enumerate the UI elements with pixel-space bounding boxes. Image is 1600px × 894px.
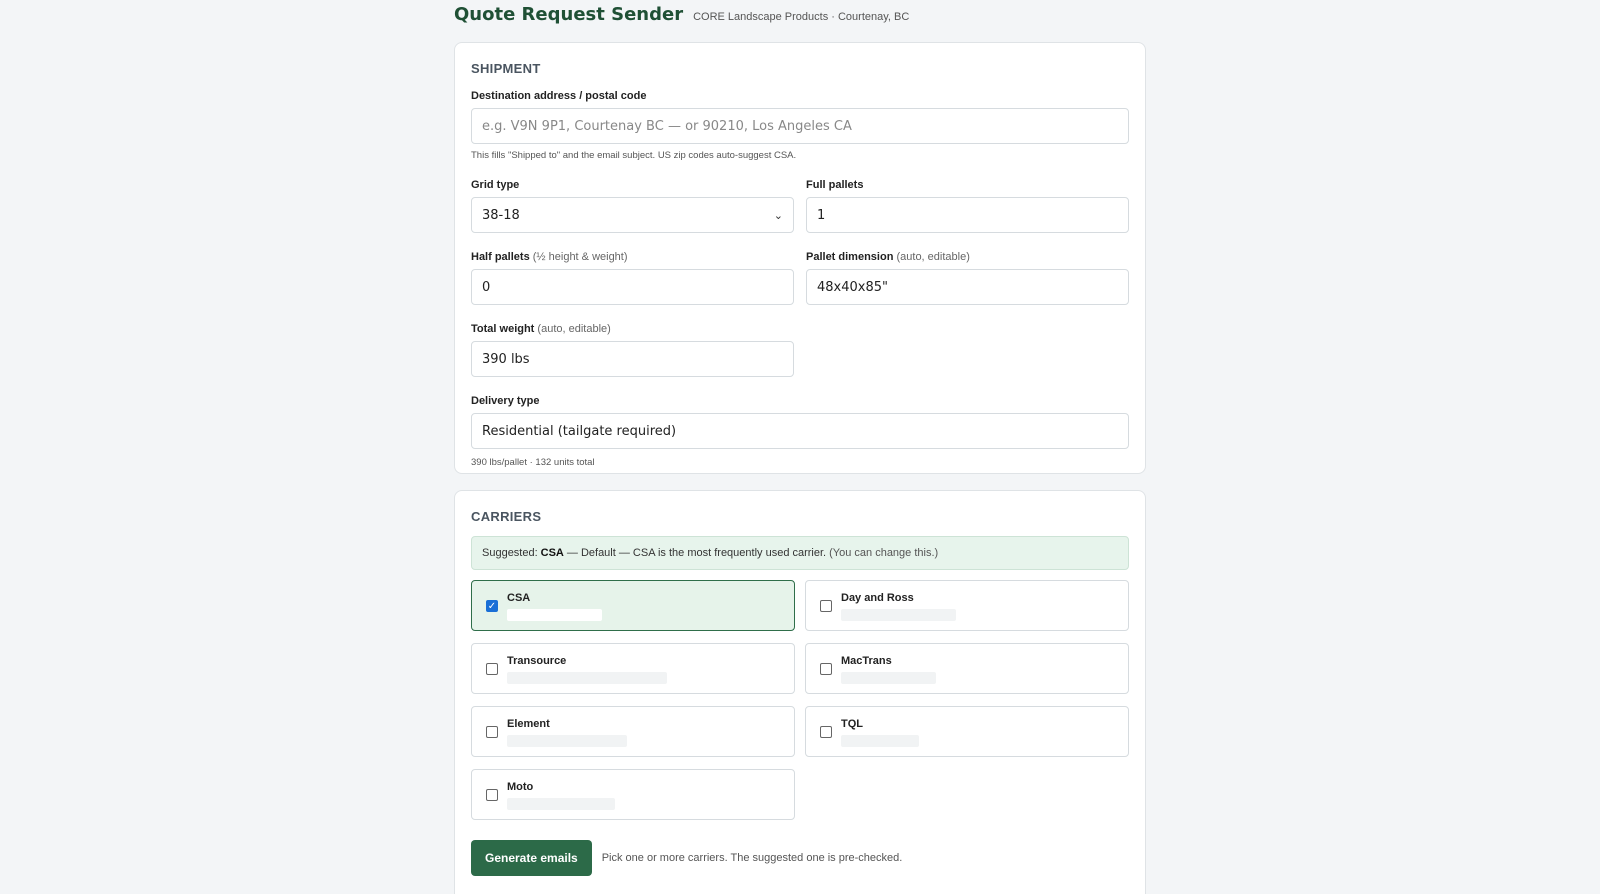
delivery-type-input[interactable]: Residential (tailgate required) [471,413,1129,449]
carrier-option-element[interactable]: Element [471,706,795,757]
carrier-option-day-and-ross[interactable]: Day and Ross [805,580,1129,631]
pallet-dimension-input[interactable]: 48x40x85" [806,269,1129,305]
app-title: Quote Request Sender [454,4,684,25]
grid-type-value: 38-18 [482,207,520,223]
full-pallets-field: Full pallets 1 [806,179,1129,233]
half-pallets-label: Half pallets (½ height & weight) [471,251,794,263]
suggestion-note: (You can change this.) [829,547,939,559]
pallet-dimension-label-text: Pallet dimension [806,251,894,263]
delivery-type-field: Delivery type Residential (tailgate requ… [471,395,1129,468]
carrier-name: MacTrans [841,655,892,667]
carrier-email-redacted [841,735,919,747]
carrier-name: Moto [507,781,534,793]
grid-type-label: Grid type [471,179,520,191]
carrier-name: Day and Ross [841,592,914,604]
carrier-email-redacted [507,798,615,810]
pallet-dimension-field: Pallet dimension (auto, editable) 48x40x… [806,251,1129,305]
generate-hint: Pick one or more carriers. The suggested… [601,852,903,864]
carrier-option-moto[interactable]: Moto [471,769,795,820]
checkbox-icon[interactable] [486,663,498,675]
carriers-section-title: CARRIERS [471,509,542,524]
carrier-name: Element [507,718,550,730]
full-pallets-label: Full pallets [806,179,864,191]
half-dimension-row: Half pallets (½ height & weight) 0 Palle… [471,251,1129,305]
app-header: Quote Request Sender CORE Landscape Prod… [454,0,1146,42]
grid-type-field: Grid type 38-18 ⌄ [471,179,794,233]
shipment-section-title: SHIPMENT [471,61,541,76]
carrier-name: Transource [507,655,567,667]
checkbox-icon[interactable] [820,600,832,612]
delivery-type-label: Delivery type [471,395,540,407]
suggestion-carrier: CSA [540,547,564,559]
checkbox-checked-icon[interactable]: ✓ [486,600,498,612]
pallet-dimension-label: Pallet dimension (auto, editable) [806,251,1129,263]
checkbox-icon[interactable] [486,789,498,801]
destination-label: Destination address / postal code [471,90,647,102]
destination-field: Destination address / postal code e.g. V… [471,90,1129,161]
suggestion-prefix: Suggested: [482,547,538,559]
shipment-summary: 390 lbs/pallet · 132 units total [471,457,595,468]
half-pallets-input[interactable]: 0 [471,269,794,305]
full-pallets-input[interactable]: 1 [806,197,1129,233]
carrier-option-csa[interactable]: ✓ CSA [471,580,795,631]
carrier-name: TQL [841,718,863,730]
actions-row: Generate emails Pick one or more carrier… [471,840,1129,876]
half-pallets-label-note: (½ height & weight) [532,251,628,263]
carrier-email-redacted [507,672,667,684]
total-weight-label: Total weight (auto, editable) [471,323,794,335]
destination-input[interactable]: e.g. V9N 9P1, Courtenay BC — or 90210, L… [471,108,1129,144]
checkbox-icon[interactable] [820,663,832,675]
destination-hint: This fills "Shipped to" and the email su… [471,150,797,161]
app-container: Quote Request Sender CORE Landscape Prod… [454,0,1146,894]
carriers-card: CARRIERS Suggested: CSA — Default — CSA … [454,490,1146,894]
carrier-option-transource[interactable]: Transource [471,643,795,694]
carrier-option-tql[interactable]: TQL [805,706,1129,757]
half-pallets-field: Half pallets (½ height & weight) 0 [471,251,794,305]
suggestion-text: — Default — CSA is the most frequently u… [566,547,827,559]
half-pallets-label-text: Half pallets [471,251,530,263]
total-weight-field: Total weight (auto, editable) 390 lbs [471,323,794,377]
total-weight-label-text: Total weight [471,323,535,335]
total-weight-row: Total weight (auto, editable) 390 lbs [471,323,1129,377]
suggestion-banner: Suggested: CSA — Default — CSA is the mo… [471,536,1129,570]
shipment-card: SHIPMENT Destination address / postal co… [454,42,1146,474]
total-weight-label-note: (auto, editable) [537,323,611,335]
checkbox-icon[interactable] [486,726,498,738]
grid-type-select[interactable]: 38-18 ⌄ [471,197,794,233]
app-subtitle: CORE Landscape Products · Courtenay, BC [693,11,910,23]
checkbox-icon[interactable] [820,726,832,738]
carrier-email-redacted [841,609,956,621]
generate-emails-button[interactable]: Generate emails [471,840,592,876]
chevron-down-icon: ⌄ [773,208,783,222]
carrier-name: CSA [507,592,531,604]
grid-pallets-row: Grid type 38-18 ⌄ Full pallets 1 [471,179,1129,233]
carrier-email-redacted [507,609,602,621]
carrier-option-mactrans[interactable]: MacTrans [805,643,1129,694]
total-weight-input[interactable]: 390 lbs [471,341,794,377]
pallet-dimension-label-note: (auto, editable) [896,251,970,263]
carrier-grid: ✓ CSA Day and Ross Transource MacTrans E… [471,580,1129,820]
carrier-email-redacted [841,672,936,684]
carrier-email-redacted [507,735,627,747]
